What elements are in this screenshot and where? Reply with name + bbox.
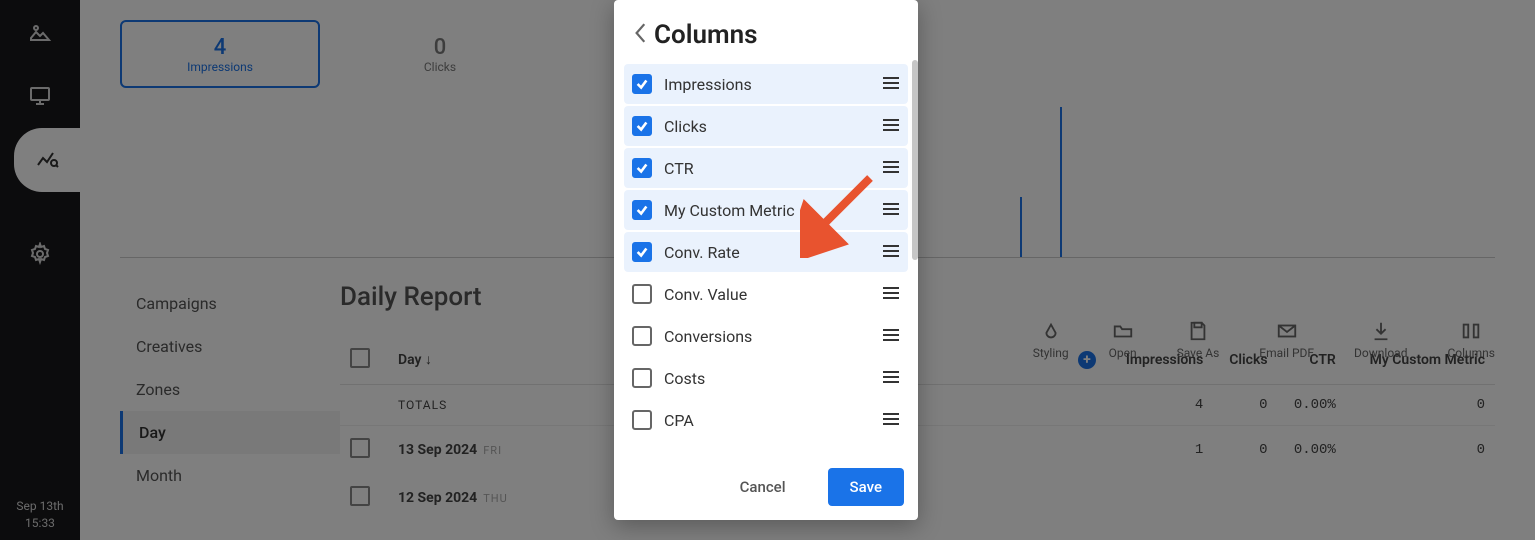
column-label: Costs	[664, 369, 870, 388]
modal-header: Columns	[614, 0, 918, 60]
column-checkbox[interactable]	[632, 116, 652, 136]
column-item[interactable]: Clicks	[624, 106, 908, 146]
columns-modal: Columns Impressions Clicks CTR My Custom Me…	[614, 0, 918, 520]
column-checkbox[interactable]	[632, 326, 652, 346]
save-button[interactable]: Save	[828, 468, 904, 506]
column-label: My Custom Metric	[664, 201, 870, 220]
drag-handle-icon[interactable]	[882, 369, 900, 388]
back-icon[interactable]	[634, 22, 648, 48]
column-checkbox[interactable]	[632, 242, 652, 262]
column-label: CTR	[664, 159, 870, 178]
column-label: CPA	[664, 411, 870, 430]
column-label: Impressions	[664, 75, 870, 94]
drag-handle-icon[interactable]	[882, 285, 900, 304]
cancel-button[interactable]: Cancel	[718, 468, 808, 506]
drag-handle-icon[interactable]	[882, 159, 900, 178]
drag-handle-icon[interactable]	[882, 411, 900, 430]
column-checkbox[interactable]	[632, 368, 652, 388]
scrollbar-thumb[interactable]	[912, 60, 918, 260]
column-item[interactable]: Impressions	[624, 64, 908, 104]
column-label: Conv. Value	[664, 285, 870, 304]
drag-handle-icon[interactable]	[882, 75, 900, 94]
column-item[interactable]: Costs	[624, 358, 908, 398]
column-item[interactable]: Conv. Value	[624, 274, 908, 314]
drag-handle-icon[interactable]	[882, 327, 900, 346]
chevron-left-icon	[634, 22, 648, 44]
modal-footer: Cancel Save	[614, 454, 918, 520]
column-item[interactable]: My Custom Metric	[624, 190, 908, 230]
column-item[interactable]: CTR	[624, 148, 908, 188]
column-checkbox[interactable]	[632, 158, 652, 178]
column-label: Conversions	[664, 327, 870, 346]
modal-title: Columns	[654, 20, 757, 50]
column-item[interactable]: CPA	[624, 400, 908, 440]
column-checkbox[interactable]	[632, 410, 652, 430]
drag-handle-icon[interactable]	[882, 117, 900, 136]
column-checkbox[interactable]	[632, 74, 652, 94]
column-item[interactable]: Conv. Rate	[624, 232, 908, 272]
drag-handle-icon[interactable]	[882, 243, 900, 262]
column-item[interactable]: Conversions	[624, 316, 908, 356]
column-label: Conv. Rate	[664, 243, 870, 262]
column-label: Clicks	[664, 117, 870, 136]
column-checkbox[interactable]	[632, 200, 652, 220]
modal-body[interactable]: Impressions Clicks CTR My Custom Metric Conv…	[614, 60, 918, 454]
column-checkbox[interactable]	[632, 284, 652, 304]
drag-handle-icon[interactable]	[882, 201, 900, 220]
